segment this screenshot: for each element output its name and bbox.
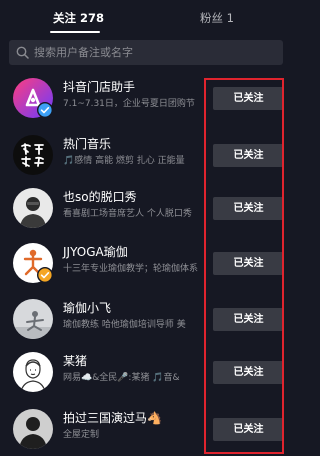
person-dark-avatar-icon (13, 409, 53, 449)
person-avatar-icon (13, 188, 53, 228)
followed-button[interactable]: 已关注 (213, 87, 284, 110)
yoga-photo-avatar-icon (13, 299, 53, 339)
calligraphy-avatar-icon (13, 135, 53, 175)
search-bar[interactable] (9, 40, 283, 65)
user-row[interactable]: 热门音乐 🎵感情 高能 燃剪 扎心 正能量 已关注 (0, 129, 292, 181)
avatar[interactable] (13, 352, 53, 392)
user-row[interactable]: 也so的脱口秀 看喜剧工场音席艺人 个人脱口秀 已关注 (0, 182, 292, 234)
avatar[interactable] (13, 188, 53, 228)
user-row[interactable]: 瑜伽小飞 瑜伽教练 哈他瑜伽培训导师 美 已关注 (0, 293, 292, 345)
user-name: JJYOGA瑜伽 (63, 245, 128, 259)
user-description: 7.1~7.31日，企业号夏日团购节 (63, 99, 195, 109)
user-description: 全屋定制 (63, 430, 100, 440)
verified-badge-icon (37, 267, 53, 283)
user-name: 拍过三国演过马🐴 (63, 411, 162, 425)
search-icon (16, 46, 29, 59)
user-row[interactable]: 拍过三国演过马🐴 全屋定制 已关注 (0, 403, 292, 455)
active-tab-indicator (50, 31, 100, 33)
user-description: 瑜伽教练 哈他瑜伽培训导师 美 (63, 320, 186, 330)
user-name: 也so的脱口秀 (63, 190, 137, 204)
user-description: 🎵感情 高能 燃剪 扎心 正能量 (63, 156, 185, 166)
user-description: 看喜剧工场音席艺人 个人脱口秀 (63, 209, 192, 219)
followed-button[interactable]: 已关注 (213, 252, 284, 275)
user-row[interactable]: 抖音门店助手 7.1~7.31日，企业号夏日团购节 已关注 (0, 72, 292, 124)
user-name: 热门音乐 (63, 137, 112, 151)
tab-following[interactable]: 关注 278 (53, 10, 104, 26)
avatar[interactable] (13, 409, 53, 449)
search-input[interactable] (34, 40, 274, 65)
user-description: 网易☁️&全民🎤:某猪 🎵音& (63, 373, 180, 383)
user-row[interactable]: 某猪 网易☁️&全民🎤:某猪 🎵音& 已关注 (0, 346, 292, 398)
avatar[interactable] (13, 135, 53, 175)
followed-button[interactable]: 已关注 (213, 361, 284, 384)
user-name: 瑜伽小飞 (63, 301, 112, 315)
followed-button[interactable]: 已关注 (213, 144, 284, 167)
user-row[interactable]: JJYOGA瑜伽 十三年专业瑜伽教学；轮瑜伽体系 已关注 (0, 237, 292, 289)
sketch-portrait-avatar-icon (13, 352, 53, 392)
followed-button[interactable]: 已关注 (213, 197, 284, 220)
tab-bar: 关注 278 粉丝 1 (0, 0, 292, 34)
user-description: 十三年专业瑜伽教学；轮瑜伽体系 (63, 264, 199, 274)
verified-badge-icon (37, 102, 53, 118)
tab-fans[interactable]: 粉丝 1 (200, 10, 234, 26)
user-name: 抖音门店助手 (63, 80, 136, 94)
avatar[interactable] (13, 299, 53, 339)
followed-button[interactable]: 已关注 (213, 418, 284, 441)
user-name: 某猪 (63, 354, 88, 368)
followed-button[interactable]: 已关注 (213, 308, 284, 331)
